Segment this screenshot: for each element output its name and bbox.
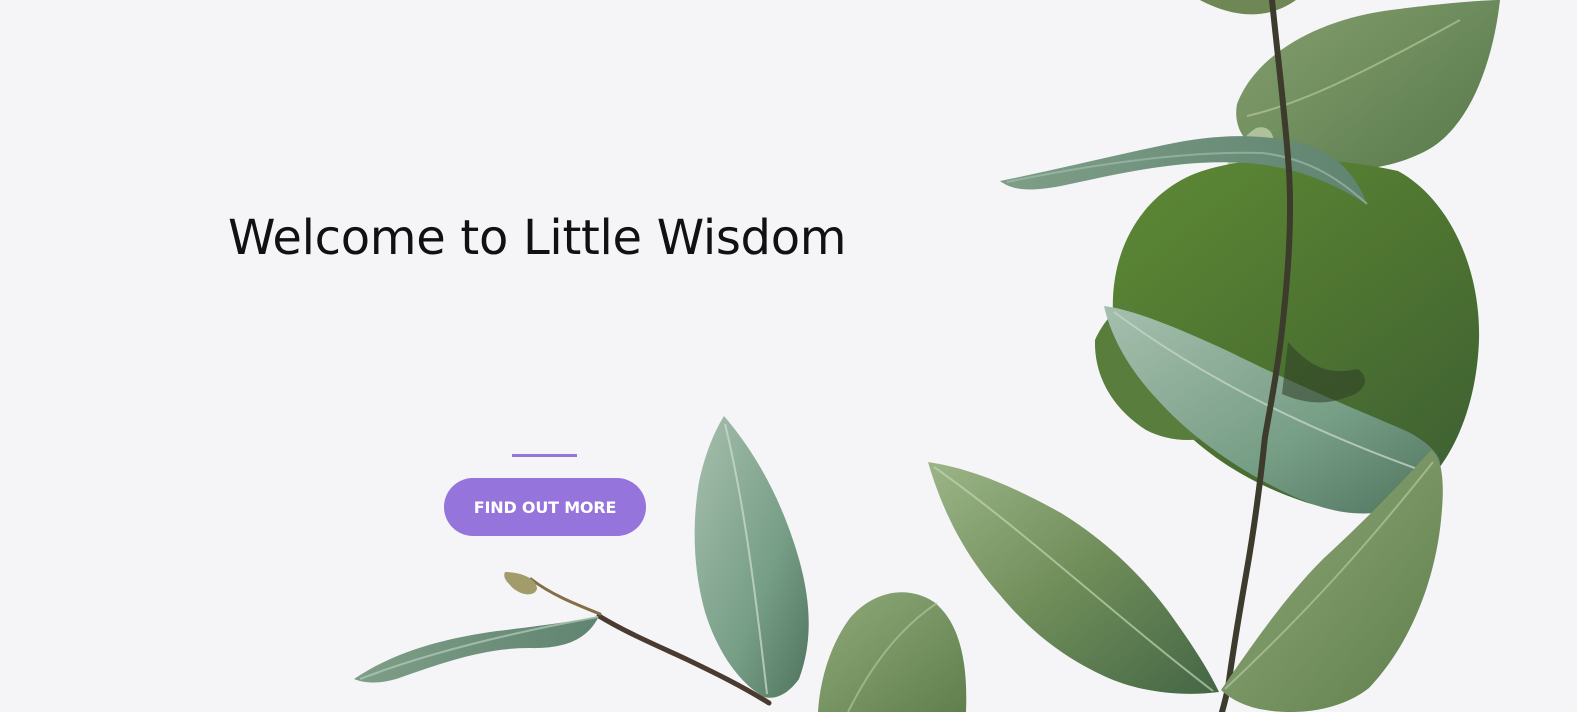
find-out-more-button[interactable]: FIND OUT MORE (444, 478, 646, 536)
accent-divider (512, 454, 577, 457)
eucalyptus-branch-image (354, 0, 1500, 712)
hero-title: Welcome to Little Wisdom (228, 210, 847, 266)
hero-section: Welcome to Little Wisdom FIND OUT MORE (0, 0, 1577, 712)
right-eucalyptus-branch (928, 0, 1500, 712)
left-eucalyptus-branch (354, 416, 967, 712)
